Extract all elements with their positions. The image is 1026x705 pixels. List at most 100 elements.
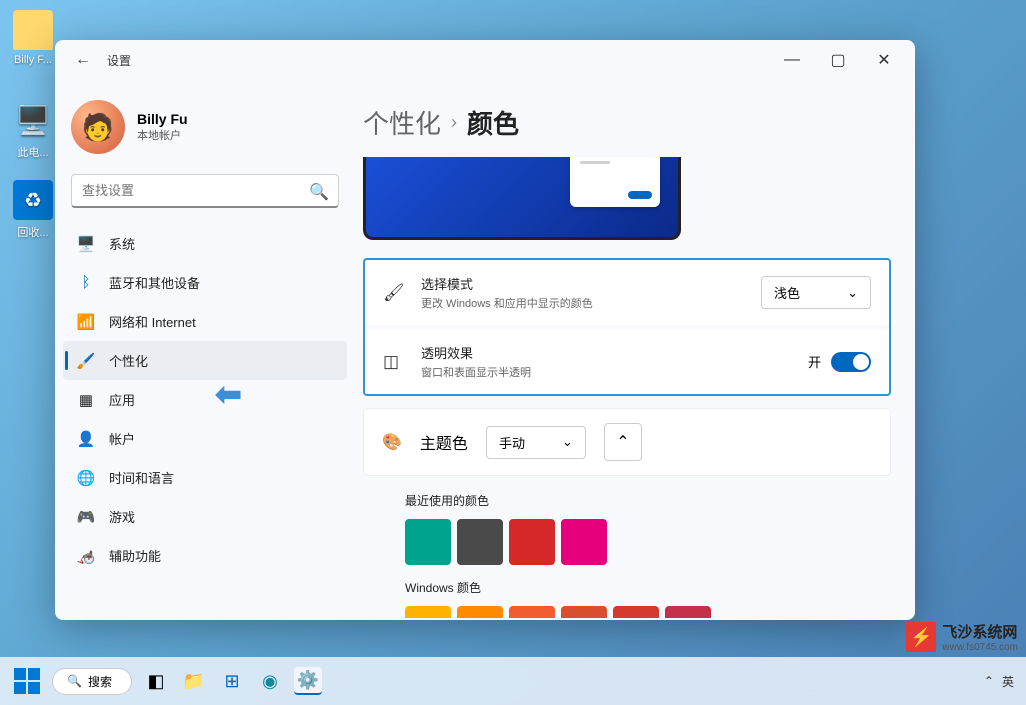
chevron-down-icon: ⌄ [562,434,573,450]
accent-select[interactable]: 手动 ⌄ [486,426,586,459]
apps-icon: ▦ [77,391,95,409]
desktop-icon-label: 回收... [8,224,58,240]
taskbar-edge[interactable]: ◉ [256,667,284,695]
color-swatch[interactable] [509,519,555,565]
color-swatch[interactable] [665,606,711,618]
nav-label: 辅助功能 [109,546,161,565]
desktop-icon-label: Billy F... [8,54,58,66]
recent-swatches [405,519,891,565]
back-button[interactable]: ← [71,47,95,73]
nav-label: 游戏 [109,507,135,526]
nav-label: 蓝牙和其他设备 [109,273,200,292]
tray-chevron-icon[interactable]: ⌃ [984,674,994,688]
color-swatch[interactable] [457,519,503,565]
setting-title: 透明效果 [421,343,790,362]
nav-gaming[interactable]: 🎮 游戏 [63,497,347,536]
folder-icon [13,10,53,50]
color-swatch[interactable] [405,519,451,565]
nav-label: 应用 [109,390,135,409]
breadcrumb-parent[interactable]: 个性化 [363,104,441,141]
close-button[interactable]: ✕ [861,44,907,76]
nav-label: 个性化 [109,351,148,370]
nav-label: 帐户 [109,429,135,448]
color-swatch[interactable] [509,606,555,618]
nav-label: 时间和语言 [109,468,174,487]
breadcrumb: 个性化 › 颜色 [363,96,891,157]
nav-network[interactable]: 📶 网络和 Internet [63,302,347,341]
desktop-icon-label: 此电... [8,144,58,160]
setting-transparency[interactable]: ◫ 透明效果 窗口和表面显示半透明 开 [365,329,889,394]
taskbar-settings[interactable]: ⚙️ [294,667,322,695]
mode-select[interactable]: 浅色 ⌄ [761,276,871,309]
setting-title: 主题色 [420,430,468,454]
nav-personalization[interactable]: 🖌️ 个性化 [63,341,347,380]
profile[interactable]: 🧑 Billy Fu 本地帐户 [63,92,347,170]
nav-accessibility[interactable]: 🦽 辅助功能 [63,536,347,575]
game-icon: 🎮 [77,508,95,526]
content: 个性化 › 颜色 🖌 选择模式 更改 Windows 和应用中显示的颜色 浅色 … [355,80,915,620]
settings-window: ← 设置 — ▢ ✕ 🧑 Billy Fu 本地帐户 🔍 🖥️系统 [55,40,915,620]
nav-label: 网络和 Internet [109,312,196,331]
titlebar: ← 设置 — ▢ ✕ [55,40,915,80]
arrow-annotation: ⬅ [215,375,242,413]
sidebar: 🧑 Billy Fu 本地帐户 🔍 🖥️系统 ᛒ 蓝牙和其他设备 📶 网络和 Int… [55,80,355,620]
taskbar-store[interactable]: ⊞ [218,667,246,695]
nav-label: 系统 [109,234,135,253]
minimize-button[interactable]: — [769,44,815,76]
brush-icon: 🖌️ [77,352,95,370]
setting-title: 选择模式 [421,274,743,293]
globe-icon: 🌐 [77,469,95,487]
search-input[interactable] [71,174,339,208]
search-icon: 🔍 [67,674,82,688]
avatar: 🧑 [71,100,125,154]
recent-colors-label: 最近使用的颜色 [405,492,891,509]
setting-accent-color[interactable]: 🎨 主题色 手动 ⌄ ⌃ [363,408,891,476]
setting-desc: 更改 Windows 和应用中显示的颜色 [421,295,743,311]
accent-value: 手动 [499,433,525,452]
taskbar: 🔍 搜索 ◧ 📁 ⊞ ◉ ⚙️ ⌃ 英 [0,657,1026,705]
color-swatch[interactable] [405,606,451,618]
nav-bluetooth[interactable]: ᛒ 蓝牙和其他设备 [63,263,347,302]
color-swatch[interactable] [613,606,659,618]
nav-accounts[interactable]: 👤帐户 [63,419,347,458]
windows-colors-label: Windows 颜色 [405,579,891,596]
chevron-down-icon: ⌄ [847,285,858,301]
chevron-up-icon: ⌃ [616,432,629,452]
setting-desc: 窗口和表面显示半透明 [421,364,790,380]
desktop-icon-recycle-bin[interactable]: ♻ 回收... [8,180,58,240]
nav-apps[interactable]: ▦ 应用 [63,380,347,419]
task-view-button[interactable]: ◧ [142,667,170,695]
transparency-icon: ◫ [383,352,403,372]
windows-swatches [405,606,891,618]
transparency-toggle[interactable] [831,352,871,372]
color-swatch[interactable] [561,519,607,565]
profile-sub: 本地帐户 [137,127,188,143]
taskbar-search-label: 搜索 [88,673,112,690]
profile-name: Billy Fu [137,111,188,127]
desktop-icon-folder[interactable]: Billy F... [8,10,58,66]
taskbar-explorer[interactable]: 📁 [180,667,208,695]
highlight-annotation: 🖌 选择模式 更改 Windows 和应用中显示的颜色 浅色 ⌄ ◫ 透明效果 … [363,258,891,396]
tray-language[interactable]: 英 [1002,673,1014,690]
start-button[interactable] [12,666,42,696]
breadcrumb-current: 颜色 [467,104,519,141]
expand-button[interactable]: ⌃ [604,423,642,461]
brush-icon: 🖌 [383,283,403,303]
wifi-icon: 📶 [77,313,95,331]
preview-thumbnail [363,157,681,240]
color-swatch[interactable] [561,606,607,618]
maximize-button[interactable]: ▢ [815,44,861,76]
colors-section: 最近使用的颜色 Windows 颜色 [363,482,891,618]
search-icon[interactable]: 🔍 [309,182,329,202]
desktop-icon-this-pc[interactable]: 🖥️ 此电... [8,100,58,160]
accessibility-icon: 🦽 [77,547,95,565]
brand-logo-icon: ⚡ [906,622,936,652]
taskbar-search[interactable]: 🔍 搜索 [52,668,132,695]
color-swatch[interactable] [457,606,503,618]
nav-time-language[interactable]: 🌐 时间和语言 [63,458,347,497]
brand-watermark: ⚡ 飞沙系统网 www.fs0745.com [906,621,1018,653]
setting-choose-mode[interactable]: 🖌 选择模式 更改 Windows 和应用中显示的颜色 浅色 ⌄ [365,260,889,325]
nav-system[interactable]: 🖥️系统 [63,224,347,263]
window-title: 设置 [107,52,131,69]
bluetooth-icon: ᛒ [77,274,95,292]
